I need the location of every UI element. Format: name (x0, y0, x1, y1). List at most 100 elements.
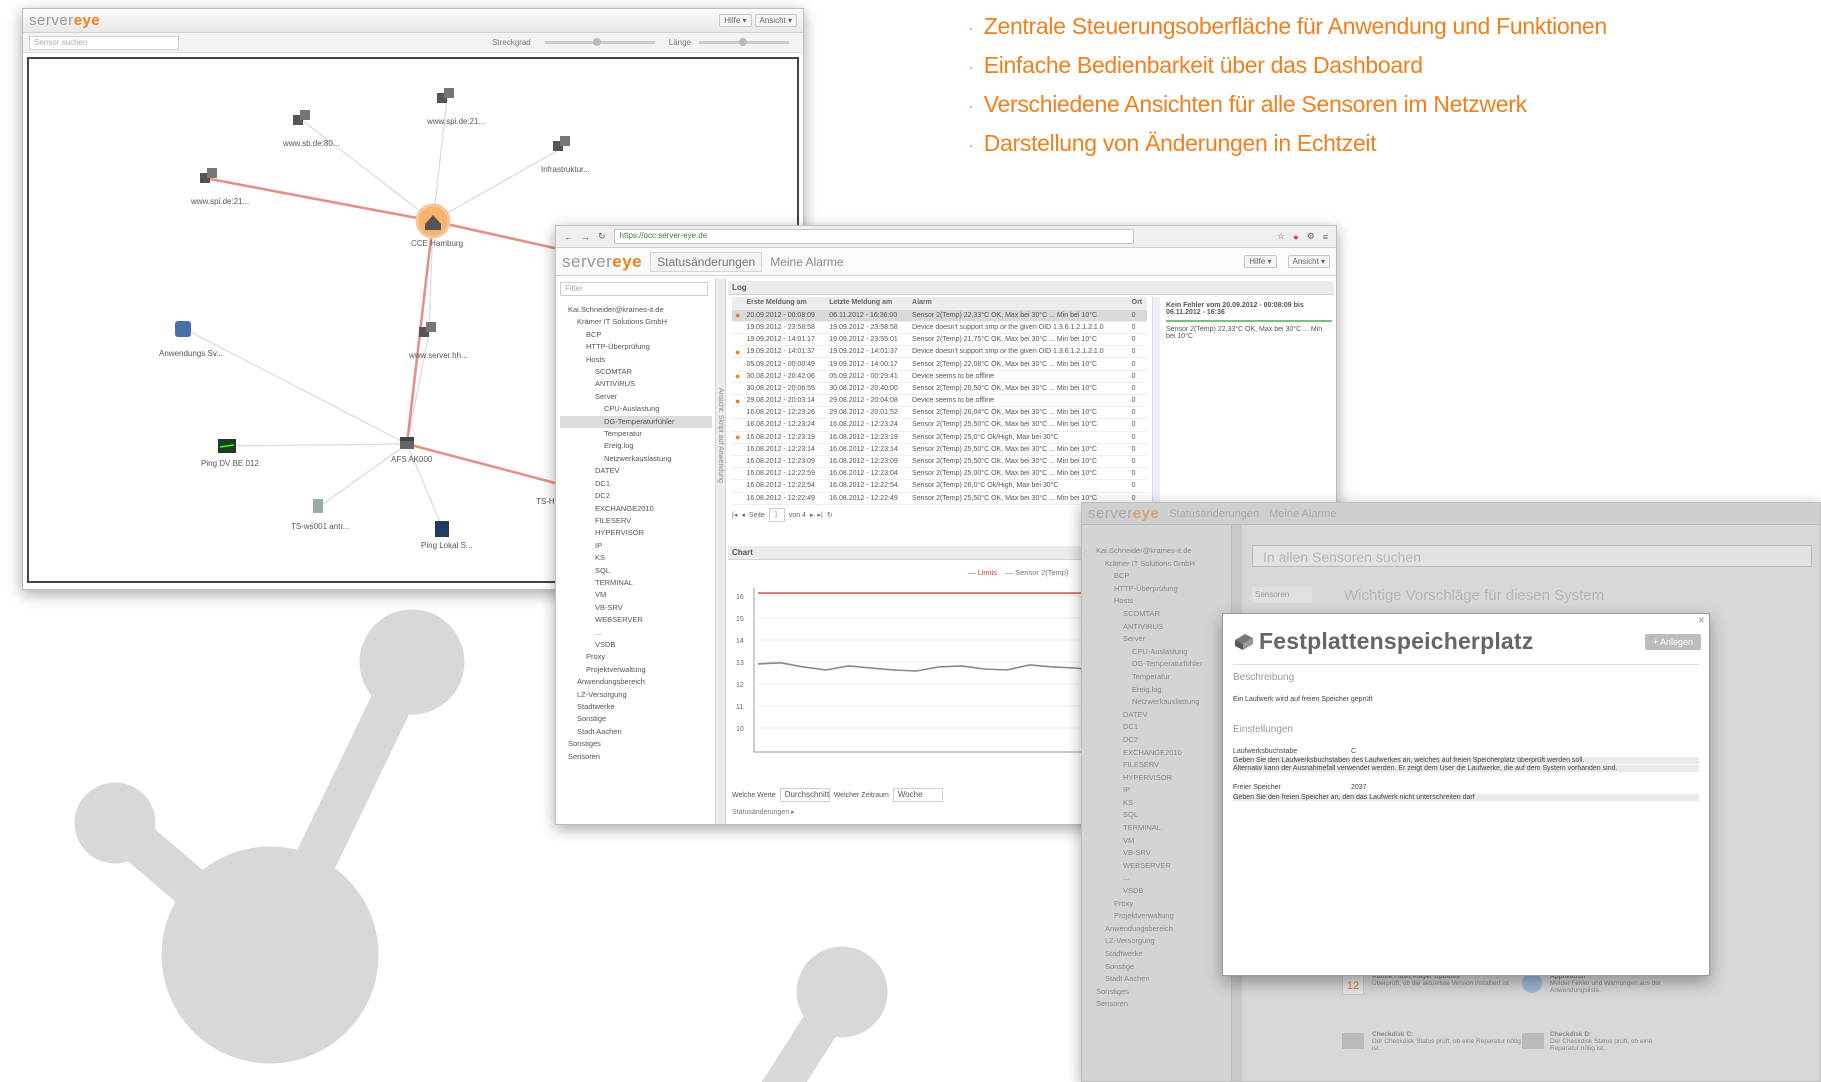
tree-item[interactable]: Temperatur (560, 428, 712, 440)
menu-icon[interactable]: ≡ (1323, 232, 1328, 242)
column-header[interactable]: Erste Meldung am (743, 297, 827, 310)
column-header[interactable]: Ort (1128, 297, 1147, 310)
tree-item[interactable]: TERMINAL (560, 577, 712, 589)
help-button[interactable]: Hilfe ▾ (1244, 255, 1277, 268)
tree-item[interactable]: Sensoren (560, 751, 712, 763)
table-row[interactable]: ● 29.08.2012 - 20:03:14 29.08.2012 - 20:04… (732, 394, 1147, 408)
tree-item[interactable]: DC2 (560, 490, 712, 502)
close-icon[interactable]: ✕ (1697, 615, 1705, 626)
tree-item[interactable]: Server (560, 391, 712, 403)
tree-item[interactable]: Netzwerkauslastung (560, 453, 712, 465)
table-row[interactable]: 16.08.2012 - 12:23:26 29.08.2012 - 20:01:… (732, 406, 1147, 420)
tree-item[interactable]: HTTP-Überprüfung (1096, 583, 1202, 596)
table-row[interactable]: 16.08.2012 - 12:23:24 16.08.2012 - 12:23:… (732, 418, 1147, 432)
node-label[interactable]: www.server.hh... (409, 351, 468, 360)
node-label[interactable]: CCE Hamburg (411, 239, 463, 248)
tree-filter-input[interactable]: Filter (560, 282, 708, 296)
tree-item[interactable]: VM (560, 589, 712, 601)
tree-item[interactable]: DC1 (560, 478, 712, 490)
table-row[interactable]: 16.08.2012 - 12:23:09 16.08.2012 - 12:23:… (732, 455, 1147, 469)
sensors-tab[interactable]: Sensoren (1252, 587, 1312, 603)
tab-my-alarms[interactable]: Meine Alarme (770, 255, 843, 269)
tree-item[interactable]: Projektverwaltung (560, 664, 712, 676)
view-button[interactable]: Ansicht ▾ (754, 14, 797, 27)
node-label[interactable]: www.spi.de:21... (427, 117, 485, 126)
table-row[interactable]: 16.08.2012 - 12:22:54 16.08.2012 - 12:22:… (732, 479, 1147, 493)
node-label[interactable]: Anwendungs Sv... (159, 349, 223, 358)
tab-status-changes[interactable]: Statusänderungen (1169, 508, 1259, 520)
first-page-icon[interactable]: |◂ (732, 511, 737, 519)
status-footer-link[interactable]: Statusänderungen ▸ (732, 808, 795, 816)
url-bar[interactable]: https://occ.server-eye.de (613, 229, 1134, 244)
tree-item[interactable]: ... (560, 627, 712, 639)
tree-item[interactable]: Sonstiges (560, 738, 712, 750)
refresh-icon[interactable]: ↻ (827, 511, 833, 519)
tree-item[interactable]: Krämer IT Solutions GmbH (560, 316, 712, 328)
shield-icon[interactable]: ● (1293, 232, 1298, 242)
tree-item[interactable]: Kai.Schneider@krames-it.de (1096, 545, 1202, 558)
tree-item[interactable]: SCOMTAR (560, 366, 712, 378)
forward-icon[interactable]: → (581, 232, 590, 242)
tree-item[interactable]: ... (1096, 872, 1202, 885)
tree-item[interactable]: DG-Temperaturfühler (1096, 658, 1202, 671)
tree-item[interactable]: KS (560, 552, 712, 564)
tree-item[interactable]: SQL (1096, 809, 1202, 822)
tree-item[interactable]: HYPERVISOR (560, 527, 712, 539)
column-header[interactable]: Alarm (909, 297, 1129, 310)
reload-icon[interactable]: ↻ (598, 231, 606, 242)
tree-item[interactable]: Sonstige (560, 713, 712, 725)
tree-item[interactable]: CPU-Auslastung (1096, 646, 1202, 659)
table-row[interactable]: 05.09.2012 - 00:00:49 19.09.2012 - 14:00:… (732, 357, 1147, 371)
tree-item[interactable]: Hosts (1096, 595, 1202, 608)
tree-item[interactable]: Hosts (560, 354, 712, 366)
tree-item[interactable]: EXCHANGE2010 (560, 503, 712, 515)
node-label[interactable]: Ping Lokal S... (421, 541, 473, 550)
node-label[interactable]: Infrastruktur... (541, 165, 590, 174)
help-button[interactable]: Hilfe ▾ (719, 14, 752, 27)
all-sensors-search[interactable]: In allen Sensoren suchen (1252, 545, 1812, 567)
tree-item[interactable]: HTTP-Überprüfung (560, 341, 712, 353)
slider2[interactable] (699, 38, 789, 46)
tree-item[interactable]: DATEV (1096, 709, 1202, 722)
next-page-icon[interactable]: ▸ (810, 511, 814, 519)
tree-item[interactable]: WEBSERVER (560, 614, 712, 626)
tree-item[interactable]: Proxy (1096, 898, 1202, 911)
tree-item[interactable]: ANTIVIRUS (1096, 621, 1202, 634)
tree-item[interactable]: SCOMTAR (1096, 608, 1202, 621)
gear-icon[interactable]: ⚙ (1307, 231, 1315, 242)
period-select[interactable]: Woche (892, 788, 943, 802)
tree-item[interactable]: ANTIVIRUS (560, 378, 712, 390)
table-row[interactable]: 16.08.2012 - 12:22:59 16.08.2012 - 12:23:… (732, 467, 1147, 481)
tree-item[interactable]: CPU-Auslastung (560, 403, 712, 415)
tree-item[interactable]: Stadtwerke (1096, 948, 1202, 961)
tree-item[interactable]: Stadt Aachen (1096, 973, 1202, 986)
suggestion-tile[interactable]: Checkdisk C: Der Checkdisk Status prüft,… (1342, 1031, 1522, 1052)
tree-item[interactable]: VSDB (1096, 885, 1202, 898)
tree-item[interactable]: Sensoren (1096, 998, 1202, 1011)
tree-item[interactable]: Projektverwaltung (1096, 910, 1202, 923)
tree-item[interactable]: DC1 (1096, 721, 1202, 734)
tree-item[interactable]: VB-SRV (1096, 847, 1202, 860)
prev-page-icon[interactable]: ◂ (741, 511, 745, 519)
tree-item[interactable]: Stadtwerke (560, 701, 712, 713)
node-label[interactable]: Ping DV BE 012 (201, 459, 259, 468)
last-page-icon[interactable]: ▸| (817, 511, 822, 519)
tree-item[interactable]: FILESERV (1096, 759, 1202, 772)
tree-item[interactable]: EXCHANGE2010 (1096, 747, 1202, 760)
tree-item[interactable]: Stadt Aachen (560, 726, 712, 738)
tree-item[interactable]: SQL (560, 565, 712, 577)
tree-item[interactable]: Ereig.log (1096, 684, 1202, 697)
node-label[interactable]: TS-ws001 antr... (291, 522, 349, 531)
drive-letter-value[interactable]: C (1351, 748, 1356, 755)
tree-item[interactable]: KS (1096, 797, 1202, 810)
tree-item[interactable]: Netzwerkauslastung (1096, 696, 1202, 709)
sensor-search-input[interactable]: Sensor suchen (29, 35, 179, 50)
tree-item[interactable]: VSDB (560, 639, 712, 651)
tree-item[interactable]: HYPERVISOR (1096, 772, 1202, 785)
tree-item[interactable]: Server (1096, 633, 1202, 646)
tree-item[interactable]: TERMINAL (1096, 822, 1202, 835)
table-row[interactable]: ● 16.08.2012 - 12:23:19 16.08.2012 - 12:23… (732, 431, 1147, 444)
table-row[interactable]: 30.08.2012 - 20:06:55 30.08.2012 - 20:40:… (732, 382, 1147, 396)
tab-my-alarms[interactable]: Meine Alarme (1269, 508, 1336, 520)
table-row[interactable]: 16.08.2012 - 12:23:14 16.08.2012 - 12:23:… (732, 443, 1147, 456)
